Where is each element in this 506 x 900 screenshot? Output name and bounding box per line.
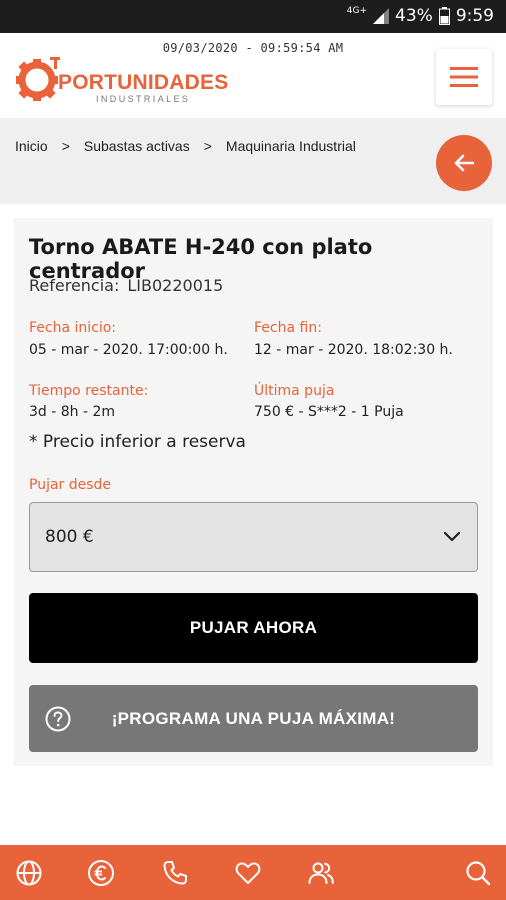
remaining-time-value: 3d - 8h - 2m (29, 404, 116, 420)
phone-icon[interactable] (161, 859, 189, 887)
breadcrumb-area: Inicio > Subastas activas > Maquinaria I… (0, 118, 506, 204)
start-date-value: 05 - mar - 2020. 17:00:00 h. (29, 342, 228, 358)
remaining-time-label: Tiempo restante: (29, 383, 149, 399)
end-date-value: 12 - mar - 2020. 18:02:30 h. (254, 342, 453, 358)
bottom-nav (0, 845, 506, 900)
bid-now-button[interactable]: PUJAR AHORA (29, 593, 478, 663)
breadcrumb: Inicio > Subastas activas > Maquinaria I… (15, 138, 356, 154)
gear-logo-icon (16, 57, 60, 101)
logo[interactable]: PORTUNIDADES INDUSTRIALES (14, 51, 228, 109)
help-icon (45, 706, 71, 732)
search-icon[interactable] (464, 859, 492, 887)
max-bid-button[interactable]: ¡PROGRAMA UNA PUJA MÁXIMA! (29, 685, 478, 752)
back-button[interactable] (436, 135, 492, 191)
logo-subtitle: INDUSTRIALES (96, 94, 191, 104)
start-date-label: Fecha inicio: (29, 320, 117, 336)
reserve-note: * Precio inferior a reserva (29, 432, 246, 452)
chevron-down-icon (443, 531, 461, 542)
reference-label: Referencia: (29, 276, 120, 295)
auction-card: Torno ABATE H-240 con plato centrador Re… (14, 218, 493, 766)
bid-now-label: PUJAR AHORA (189, 618, 318, 637)
status-icons: 4G+ 43% 9:59 (347, 6, 494, 26)
header: 09/03/2020 - 09:59:54 AM PORTUNIDADES IN… (0, 33, 506, 118)
max-bid-label: ¡PROGRAMA UNA PUJA MÁXIMA! (111, 708, 396, 728)
hamburger-icon (450, 67, 478, 87)
breadcrumb-separator: > (61, 138, 70, 154)
breadcrumb-home[interactable]: Inicio (15, 138, 48, 154)
last-bid-label: Última puja (254, 383, 335, 399)
bid-amount-value: 800 € (45, 527, 94, 547)
end-date-label: Fecha fin: (254, 320, 322, 336)
euro-icon[interactable] (87, 859, 115, 887)
heart-icon[interactable] (234, 859, 262, 887)
last-bid-value: 750 € - S***2 - 1 Puja (254, 404, 404, 420)
battery-icon (438, 7, 450, 25)
breadcrumb-category[interactable]: Maquinaria Industrial (226, 138, 356, 154)
bid-from-label: Pujar desde (29, 477, 112, 493)
menu-button[interactable] (436, 49, 492, 105)
breadcrumb-active-auctions[interactable]: Subastas activas (84, 138, 190, 154)
network-label: 4G+ (346, 6, 368, 16)
globe-icon[interactable] (15, 859, 43, 887)
clock: 9:59 (455, 6, 494, 26)
reference: Referencia: LIB0220015 (29, 276, 223, 295)
bid-amount-select[interactable]: 800 € (29, 502, 478, 572)
breadcrumb-separator: > (203, 138, 212, 154)
arrow-left-icon (454, 154, 475, 172)
status-bar: 4G+ 43% 9:59 (0, 0, 506, 33)
signal-icon (373, 8, 390, 24)
users-icon[interactable] (307, 859, 335, 887)
battery-level: 43% (395, 6, 433, 26)
logo-title: PORTUNIDADES (58, 71, 229, 94)
reference-value: LIB0220015 (127, 276, 224, 295)
